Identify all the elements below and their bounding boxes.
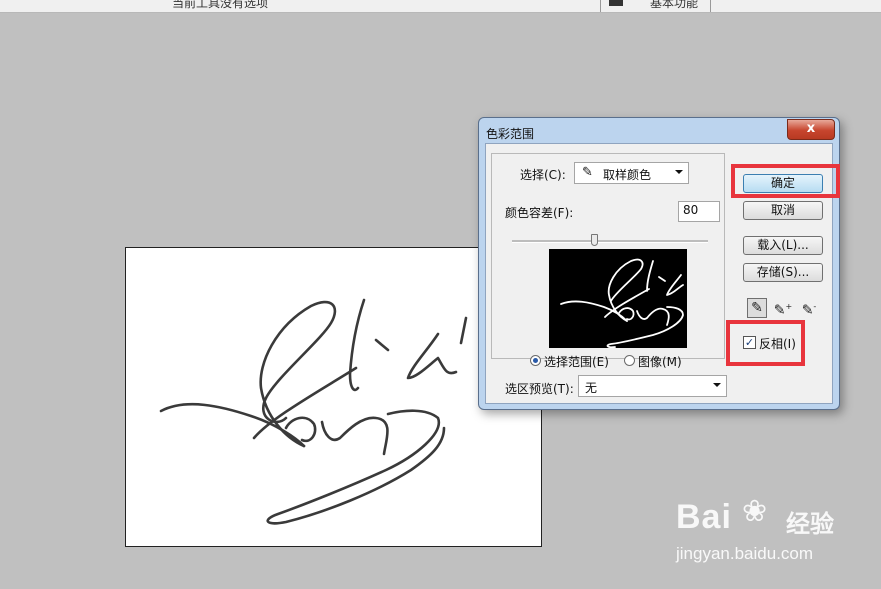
save-button[interactable]: 存储(S)... — [743, 263, 823, 282]
color-range-dialog: 色彩范围 x 选择(C): ✎ 取样颜色 颜色容差(F): 80 选择范围(E)… — [478, 117, 840, 410]
divider — [600, 0, 601, 12]
watermark-brand: Bai — [676, 498, 732, 536]
select-value: 取样颜色 — [603, 168, 652, 182]
chevron-down-icon — [675, 170, 683, 174]
select-dropdown[interactable]: ✎ 取样颜色 — [574, 162, 689, 184]
divider — [710, 0, 711, 12]
eyedropper-add-icon[interactable]: ✎+ — [773, 298, 793, 319]
radio-selection[interactable] — [530, 355, 541, 366]
radio-image[interactable] — [624, 355, 635, 366]
paw-icon: ❀ — [742, 494, 768, 529]
workspace-icon[interactable] — [609, 0, 623, 6]
watermark-url: jingyan.baidu.com — [676, 544, 814, 563]
eyedropper-icon: ✎ — [582, 165, 593, 180]
watermark-brand-cn: 经验 — [786, 510, 834, 538]
radio-image-label[interactable]: 图像(M) — [638, 353, 682, 370]
close-button[interactable]: x — [787, 119, 835, 140]
options-bar: 当前工具没有选项 基本功能 — [0, 0, 881, 13]
radio-selection-label[interactable]: 选择范围(E) — [544, 353, 609, 370]
workspace-switcher[interactable]: 基本功能 — [650, 0, 698, 11]
select-label: 选择(C): — [520, 168, 566, 182]
highlight-invert — [726, 320, 805, 366]
preview-signature — [560, 258, 684, 349]
preview-value: 无 — [585, 381, 598, 395]
highlight-ok-button — [731, 164, 840, 198]
fuzziness-input[interactable]: 80 — [678, 201, 720, 222]
load-button[interactable]: 载入(L)... — [743, 236, 823, 255]
options-bar-text: 当前工具没有选项 — [172, 0, 269, 10]
fuzziness-slider-thumb[interactable] — [591, 234, 599, 246]
preview-label: 选区预览(T): — [505, 382, 574, 396]
preview-dropdown[interactable]: 无 — [578, 375, 727, 397]
selection-preview — [549, 249, 687, 349]
chevron-down-icon — [713, 383, 721, 387]
selection-group: 选择(C): ✎ 取样颜色 颜色容差(F): 80 选择范围(E) 图像(M) — [491, 153, 725, 369]
eyedropper-icon[interactable]: ✎ — [747, 298, 767, 318]
fuzziness-slider-track[interactable] — [512, 240, 708, 243]
fuzziness-label: 颜色容差(F): — [505, 206, 574, 220]
eyedropper-subtract-icon[interactable]: ✎- — [799, 298, 819, 319]
cancel-button[interactable]: 取消 — [743, 201, 823, 220]
close-icon: x — [806, 121, 816, 136]
watermark: Bai ❀ 经验 jingyan.baidu.com — [676, 488, 846, 578]
dialog-title: 色彩范围 — [486, 127, 535, 141]
